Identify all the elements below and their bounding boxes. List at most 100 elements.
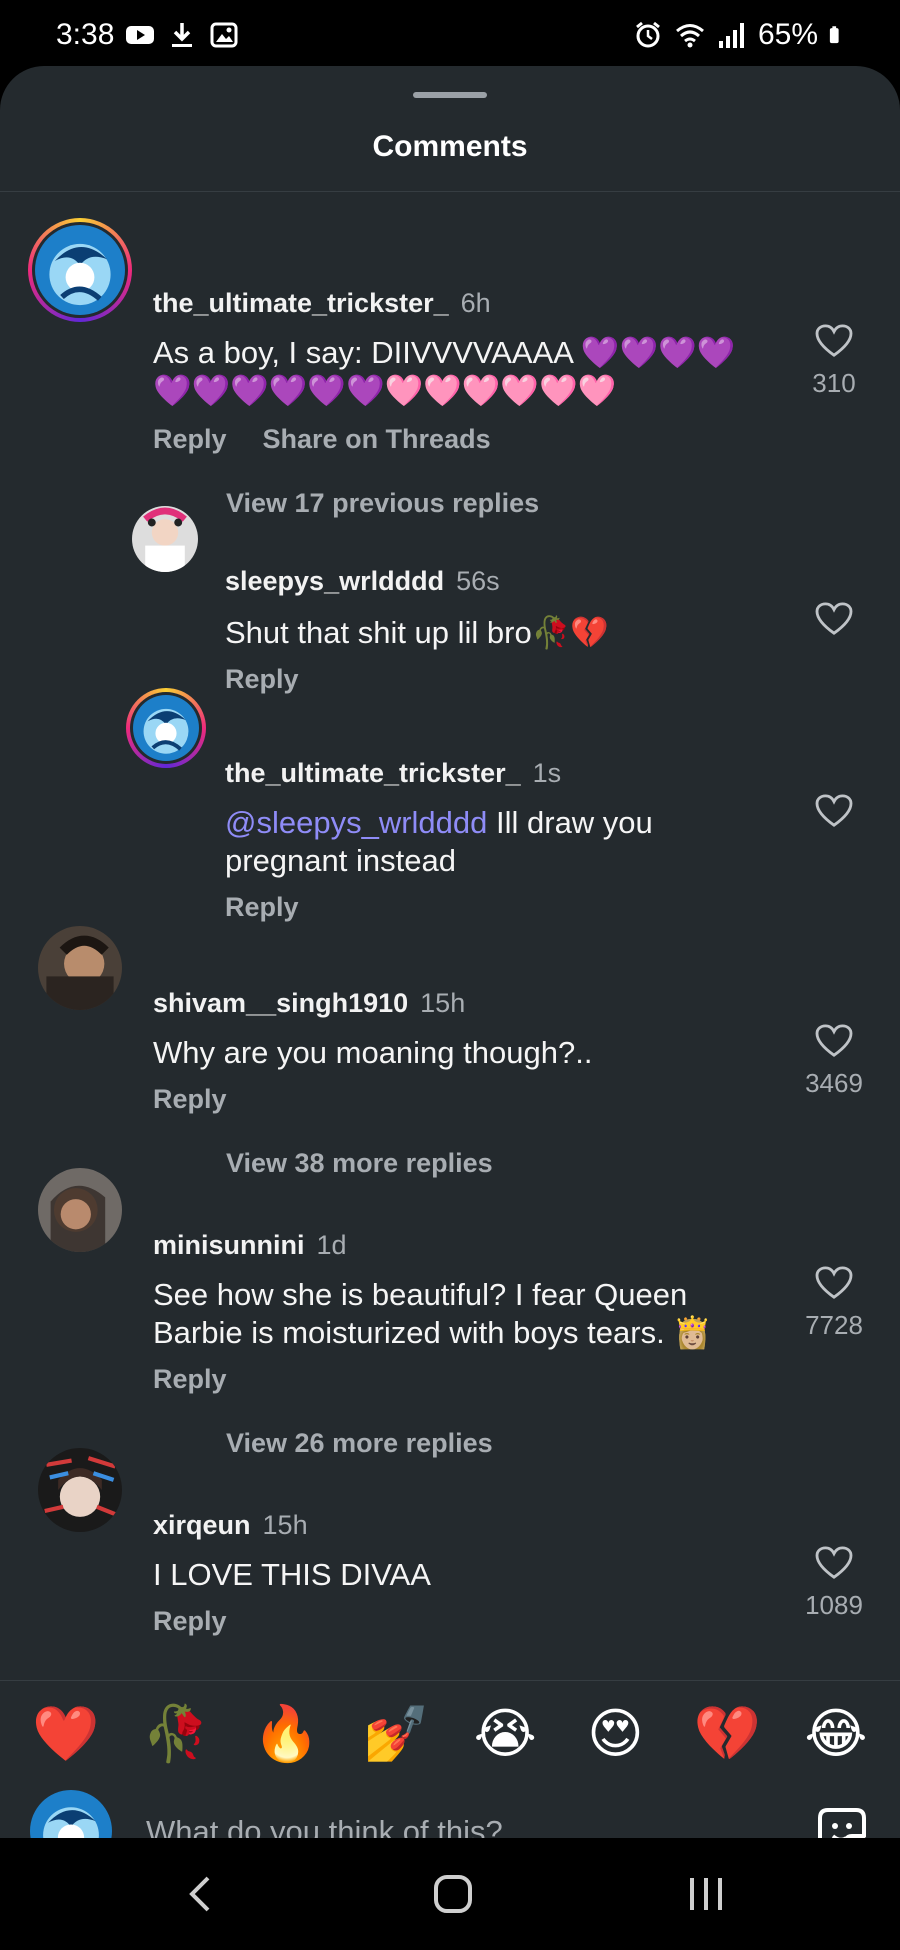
reply-button[interactable]: Reply xyxy=(225,664,299,694)
emoji-button[interactable]: ❤️ xyxy=(32,1702,99,1766)
avatar[interactable] xyxy=(38,1168,122,1252)
sticker-icon[interactable] xyxy=(814,1804,870,1838)
username[interactable]: sleepys_wrldddd xyxy=(225,566,444,596)
comment-text-line: Barbie is moisturized with boys tears. 👸… xyxy=(153,1315,712,1350)
battery-level: 65% xyxy=(757,18,818,51)
like-count: 310 xyxy=(812,368,856,398)
comment-meta: the_ultimate_trickster_ 6h xyxy=(153,288,491,319)
emoji-button[interactable]: 🔥 xyxy=(253,1702,320,1766)
alarm-icon xyxy=(636,21,660,48)
comment-text: See how she is beautiful? I fear Queen B… xyxy=(153,1276,773,1352)
like-count: 7728 xyxy=(805,1310,863,1340)
comment-actions: Reply xyxy=(153,1606,227,1637)
reply-button[interactable]: Reply xyxy=(225,892,299,922)
comment-text-line: As a boy, I say: DIIVVVVAAAA 💜💜💜💜 xyxy=(153,335,736,370)
signal-icon xyxy=(718,23,744,48)
comment-meta: shivam__singh1910 15h xyxy=(153,988,465,1019)
like-button[interactable]: 1089 xyxy=(784,1546,884,1621)
like-button[interactable]: 7728 xyxy=(784,1266,884,1341)
comment-actions: Reply xyxy=(153,1364,227,1395)
view-replies-button[interactable]: View 17 previous replies xyxy=(226,488,539,519)
view-replies-button[interactable]: View 26 more replies xyxy=(226,1428,493,1459)
battery-icon xyxy=(829,26,839,44)
status-time: 3:38 xyxy=(56,18,115,51)
avatar[interactable] xyxy=(38,1448,122,1532)
avatar[interactable] xyxy=(132,506,198,572)
like-button[interactable] xyxy=(784,602,884,636)
avatar[interactable] xyxy=(38,926,122,1010)
username[interactable]: xirqeun xyxy=(153,1510,251,1540)
heart-outline-icon xyxy=(815,1024,853,1057)
divider xyxy=(0,191,900,192)
emoji-button[interactable]: 💔 xyxy=(694,1702,761,1766)
heart-outline-icon xyxy=(815,324,853,357)
emoji-quick-bar: ❤️ 🥀 🔥 💅 😭 😍 💔 😂 xyxy=(32,1702,868,1766)
username[interactable]: shivam__singh1910 xyxy=(153,988,408,1018)
comment-time: 6h xyxy=(460,288,491,318)
youtube-icon xyxy=(126,26,155,44)
emoji-button[interactable]: 🥀 xyxy=(142,1702,209,1766)
username[interactable]: minisunnini xyxy=(153,1230,305,1260)
comment-actions: Reply Share on Threads xyxy=(153,424,491,455)
mention-link[interactable]: @sleepys_wrldddd xyxy=(225,805,487,840)
avatar xyxy=(35,225,125,315)
emoji-button[interactable]: 💅 xyxy=(363,1702,430,1766)
gallery-icon xyxy=(210,22,238,48)
comment-text-line: pregnant instead xyxy=(225,843,456,878)
comment-time: 1s xyxy=(532,758,562,788)
chevron-left-icon[interactable] xyxy=(172,1864,232,1924)
comment-text-segment: Ill draw you xyxy=(487,805,653,840)
reply-button[interactable]: Reply xyxy=(153,1364,227,1394)
comment-meta: the_ultimate_trickster_ 1s xyxy=(225,758,561,789)
comment-input[interactable] xyxy=(146,1804,766,1838)
avatar-story-ring[interactable] xyxy=(28,218,132,322)
comment-text: @sleepys_wrldddd Ill draw you pregnant i… xyxy=(225,804,765,880)
emoji-button[interactable]: 😍 xyxy=(583,1702,647,1766)
like-count: 1089 xyxy=(805,1590,863,1620)
avatar-story-ring[interactable] xyxy=(126,688,206,768)
username[interactable]: the_ultimate_trickster_ xyxy=(225,758,521,788)
comment-time: 1d xyxy=(316,1230,347,1260)
like-button[interactable]: 3469 xyxy=(784,1024,884,1099)
status-left: 3:38 xyxy=(56,18,240,52)
status-right: 65% xyxy=(632,18,848,52)
comment-composer xyxy=(0,1790,900,1838)
comment-time: 15h xyxy=(420,988,466,1018)
reply-button[interactable]: Reply xyxy=(153,1606,227,1636)
heart-outline-icon xyxy=(815,1266,853,1299)
recents-icon[interactable] xyxy=(676,1864,736,1924)
like-button[interactable] xyxy=(784,794,884,828)
comment-text: As a boy, I say: DIIVVVVAAAA 💜💜💜💜 💜💜💜💜💜💜… xyxy=(153,334,773,410)
comments-sheet: Comments the_ultimate_trickster_ 6h As a … xyxy=(0,66,900,1838)
drag-handle[interactable] xyxy=(413,92,487,98)
emoji-button[interactable]: 😂 xyxy=(804,1702,868,1766)
comment-actions: Reply xyxy=(225,664,299,695)
home-square-icon[interactable] xyxy=(423,1864,483,1924)
comment-text: Shut that shit up lil bro🥀💔 xyxy=(225,615,609,650)
heart-outline-icon xyxy=(815,602,853,635)
heart-outline-icon xyxy=(815,1546,853,1579)
comment-actions: Reply xyxy=(225,892,299,923)
wifi-icon xyxy=(675,24,704,48)
comment-meta: minisunnini 1d xyxy=(153,1230,347,1261)
share-on-threads-button[interactable]: Share on Threads xyxy=(263,424,491,454)
comment-text: Why are you moaning though?.. xyxy=(153,1035,593,1070)
comment-text: I LOVE THIS DIVAA xyxy=(153,1557,431,1592)
like-button[interactable]: 310 xyxy=(784,324,884,399)
status-bar: 3:38 65% xyxy=(0,0,900,72)
comment-actions: Reply xyxy=(153,1084,227,1115)
reply-button[interactable]: Reply xyxy=(153,424,227,454)
comment-time: 56s xyxy=(456,566,500,596)
divider xyxy=(0,1680,900,1681)
emoji-button[interactable]: 😭 xyxy=(473,1702,537,1766)
view-replies-button[interactable]: View 38 more replies xyxy=(226,1148,493,1179)
reply-button[interactable]: Reply xyxy=(153,1084,227,1114)
download-icon xyxy=(172,23,193,47)
comment-meta: sleepys_wrldddd 56s xyxy=(225,566,500,597)
comment-meta: xirqeun 15h xyxy=(153,1510,308,1541)
comment-text-line: See how she is beautiful? I fear Queen xyxy=(153,1277,688,1312)
heart-outline-icon xyxy=(815,794,853,827)
comment-text-line: 💜💜💜💜💜💜🩷🩷🩷🩷🩷🩷 xyxy=(153,373,617,408)
avatar xyxy=(133,695,199,761)
username[interactable]: the_ultimate_trickster_ xyxy=(153,288,449,318)
